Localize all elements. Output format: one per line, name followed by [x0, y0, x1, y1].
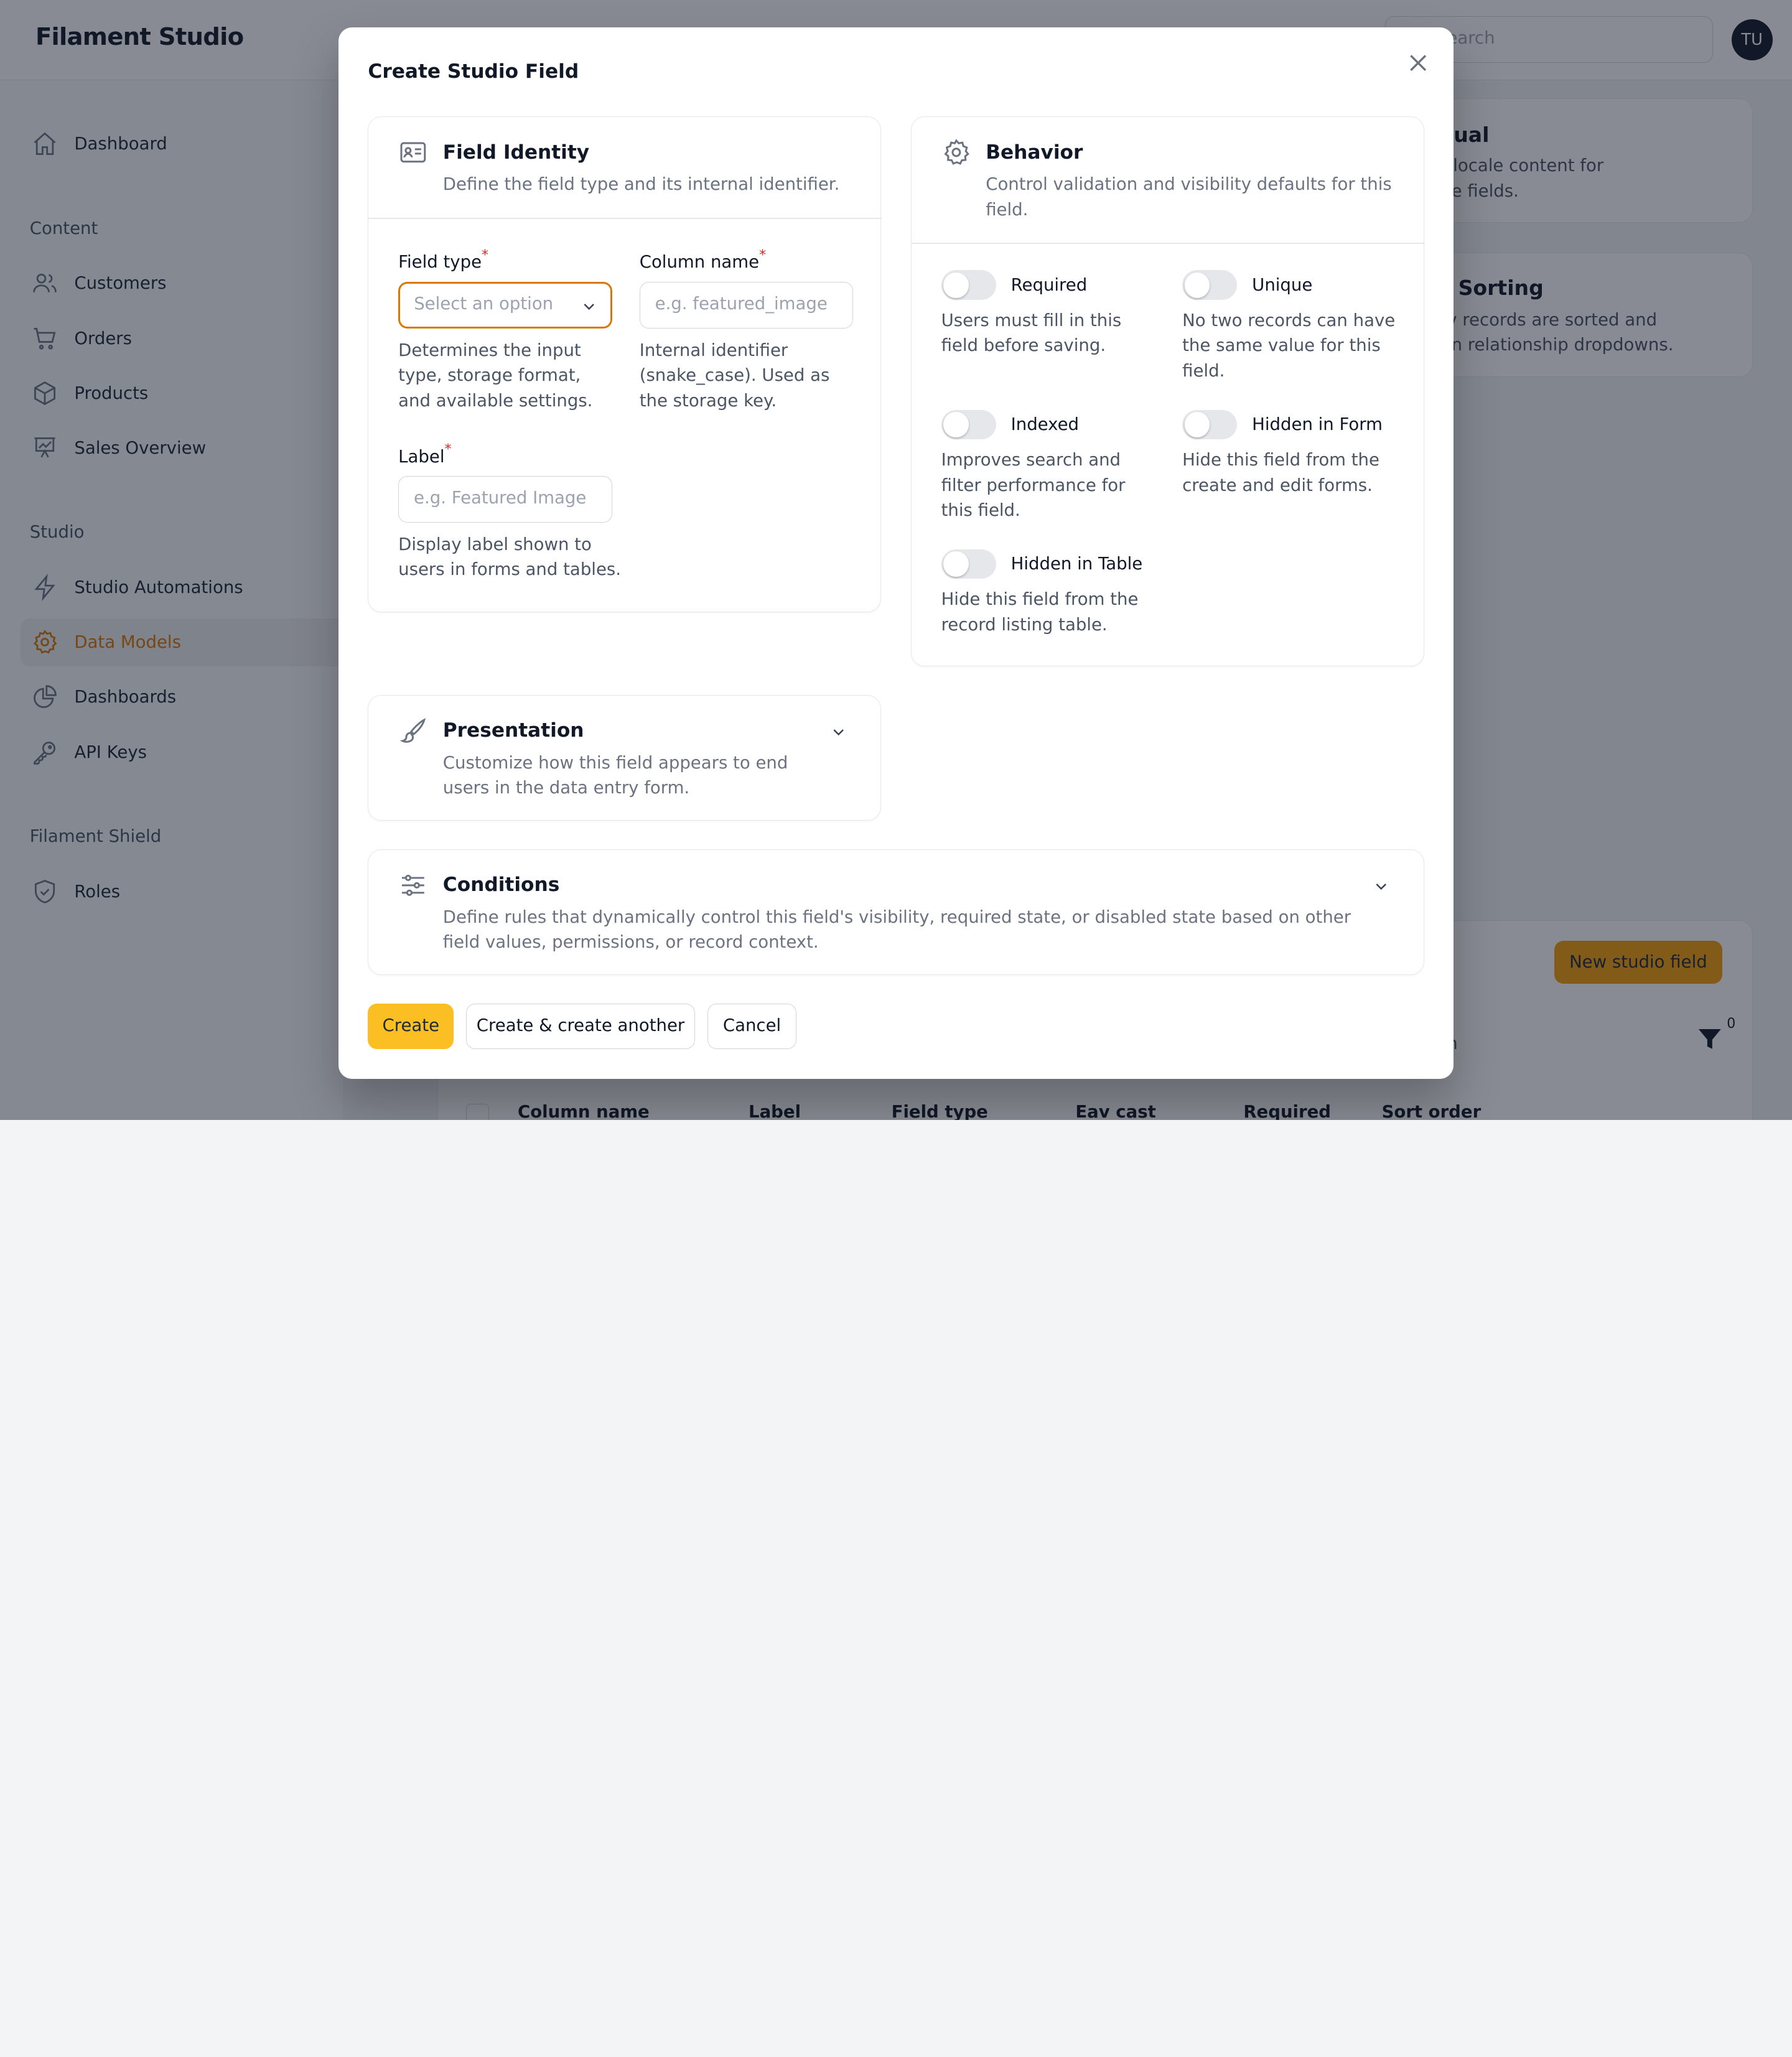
- modal-title: Create Studio Field: [368, 60, 579, 83]
- chevron-down-icon[interactable]: [829, 723, 847, 741]
- column-name-label: Column name*: [639, 247, 767, 273]
- section-title: Field Identity: [442, 141, 590, 164]
- toggle-knob: [943, 551, 969, 577]
- toggle-knob: [943, 273, 969, 298]
- section-description: Customize how this field appears to end …: [442, 752, 788, 798]
- unique-toggle[interactable]: [1182, 270, 1238, 301]
- toggle-knob: [1184, 412, 1210, 437]
- toggle-knob: [943, 412, 969, 437]
- sliders-icon: [402, 874, 424, 896]
- hidden-in-form-toggle-label: Hidden in Form: [1252, 414, 1383, 434]
- label-field-label: Label*: [398, 441, 452, 467]
- section-description: Define rules that dynamically control th…: [442, 907, 1351, 953]
- chevron-down-icon[interactable]: [1372, 877, 1390, 895]
- hidden-in-form-toggle-help: Hide this field from the create and edit…: [1182, 450, 1379, 495]
- close-icon[interactable]: [1406, 50, 1430, 75]
- cog-icon: [944, 139, 969, 166]
- field-type-help: Determines the input type, storage forma…: [398, 340, 593, 411]
- unique-toggle-help: No two records can have the same value f…: [1182, 310, 1396, 381]
- id-card-icon: [400, 142, 426, 163]
- hidden-in-form-toggle[interactable]: [1182, 409, 1238, 440]
- field-type-label: Field type*: [398, 247, 489, 273]
- section-title: Conditions: [442, 874, 560, 897]
- section-title: Behavior: [986, 141, 1083, 164]
- toggle-knob: [1184, 273, 1210, 298]
- behavior-section: Behavior Control validation and visibili…: [910, 116, 1425, 666]
- section-divider: [911, 243, 1425, 245]
- hidden-in-table-toggle-label: Hidden in Table: [1010, 553, 1143, 574]
- hidden-in-table-toggle-help: Hide this field from the record listing …: [941, 589, 1139, 635]
- conditions-section[interactable]: Conditions Define rules that dynamically…: [368, 849, 1424, 975]
- create-button[interactable]: Create: [368, 1003, 454, 1050]
- required-toggle-label: Required: [1010, 274, 1088, 295]
- paintbrush-icon: [399, 717, 426, 743]
- column-name-help: Internal identifier (snake_case). Used a…: [639, 340, 830, 411]
- unique-toggle-label: Unique: [1252, 274, 1313, 295]
- section-description: Control validation and visibility defaul…: [986, 174, 1392, 220]
- field-type-select[interactable]: Select an option: [398, 281, 612, 329]
- required-toggle-help: Users must fill in this field before sav…: [941, 310, 1122, 356]
- chevron-down-icon: [583, 303, 594, 310]
- hidden-in-table-toggle[interactable]: [941, 549, 996, 579]
- indexed-toggle[interactable]: [941, 409, 996, 440]
- required-toggle[interactable]: [941, 270, 996, 301]
- presentation-section[interactable]: Presentation Customize how this field ap…: [368, 694, 882, 821]
- indexed-toggle-help: Improves search and filter performance f…: [941, 450, 1126, 520]
- cancel-button[interactable]: Cancel: [707, 1003, 797, 1050]
- column-name-input[interactable]: e.g. featured_image: [639, 281, 854, 329]
- field-identity-section: Field Identity Define the field type and…: [368, 116, 882, 613]
- label-input[interactable]: e.g. Featured Image: [398, 476, 612, 523]
- indexed-toggle-label: Indexed: [1010, 414, 1080, 434]
- field-type-placeholder: Select an option: [414, 294, 554, 314]
- section-divider: [368, 217, 882, 219]
- section-description: Define the field type and its internal i…: [442, 174, 840, 195]
- label-help: Display label shown to users in forms an…: [398, 534, 622, 580]
- create-studio-field-modal: Create Studio Field Field Identity Defin…: [338, 27, 1454, 1079]
- create-another-button[interactable]: Create & create another: [466, 1003, 695, 1050]
- section-title: Presentation: [442, 719, 584, 742]
